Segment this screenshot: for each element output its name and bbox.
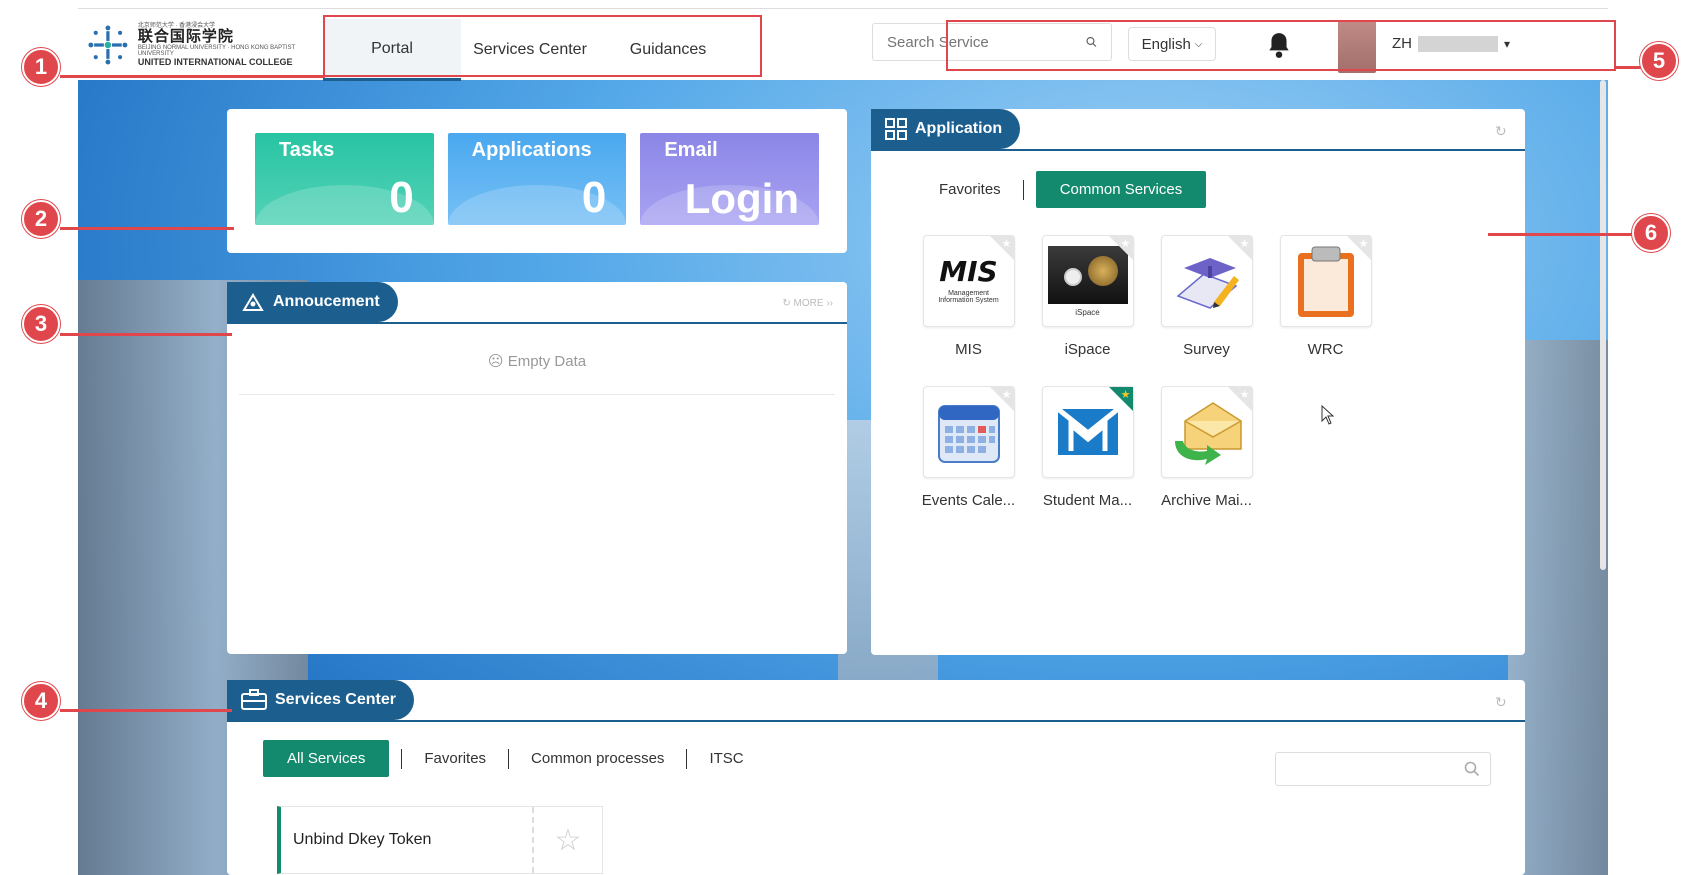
page-scrollbar[interactable]: [1600, 80, 1606, 570]
star-icon[interactable]: ★: [1240, 388, 1250, 401]
application-header: Application: [871, 109, 1021, 149]
tab-favorites[interactable]: Favorites: [917, 181, 1023, 198]
app-label: iSpace: [1064, 341, 1111, 358]
application-tabs: Favorites Common Services: [917, 171, 1207, 208]
service-name: Unbind Dkey Token: [293, 831, 432, 848]
logo-en: UNITED INTERNATIONAL COLLEGE: [137, 56, 293, 67]
tasks-count: 0: [389, 173, 414, 222]
annotation-line-3: [60, 333, 232, 336]
app-label: Events Cale...: [921, 492, 1016, 509]
services-title: Services Center: [275, 691, 396, 708]
survey-icon: ★: [1160, 235, 1253, 327]
star-icon[interactable]: ★: [1121, 388, 1131, 401]
email-title: Email: [664, 139, 718, 161]
annotation-line-1: [60, 75, 325, 78]
tab-favorites[interactable]: Favorites: [402, 750, 508, 767]
search-icon[interactable]: [1464, 761, 1480, 777]
annotation-2: 2: [22, 200, 60, 238]
email-login: Login: [684, 175, 800, 222]
ispace-icon: iSpace ★: [1041, 235, 1134, 327]
app-wrc[interactable]: ★ WRC: [1266, 235, 1385, 358]
application-grid: MIS Management Information System ★ MIS …: [909, 235, 1385, 509]
calendar-icon: ★: [922, 386, 1015, 478]
announcement-header: Annoucement: [227, 282, 398, 322]
annotation-6: 6: [1632, 214, 1670, 252]
refresh-icon[interactable]: ↻: [1495, 123, 1509, 139]
logo-cn: 联合国际学院: [137, 28, 234, 46]
app-label: Student Ma...: [1042, 492, 1133, 509]
services-center-card: Services Center ↻ All Services Favorites…: [227, 680, 1525, 875]
app-ispace[interactable]: iSpace ★ iSpace: [1028, 235, 1147, 358]
services-header: Services Center: [227, 680, 414, 720]
app-label: Archive Mai...: [1161, 492, 1252, 509]
tasks-title: Tasks: [279, 139, 335, 161]
annotation-line-6: [1488, 233, 1640, 236]
tab-common-services[interactable]: Common Services: [1035, 171, 1207, 208]
email-tile[interactable]: Email Login: [640, 133, 820, 225]
app-label: MIS: [955, 341, 982, 358]
mis-icon: MIS Management Information System ★: [922, 235, 1015, 327]
annotation-line-2: [60, 227, 234, 230]
grid-icon: [885, 118, 907, 140]
portal-page: 北京师范大学 · 香港浸会大学 联合国际学院 BEIJING NORMAL UN…: [0, 0, 1688, 875]
star-icon[interactable]: ★: [1121, 237, 1131, 250]
app-label: Survey: [1183, 341, 1230, 358]
applications-title: Applications: [471, 139, 592, 161]
announcement-card: Annoucement ↻ MORE ›› ☹ Empty Data: [227, 282, 847, 654]
app-label: WRC: [1307, 341, 1344, 358]
mail-m-icon: ★: [1041, 386, 1134, 478]
services-search-input[interactable]: [1286, 761, 1464, 777]
service-item[interactable]: Unbind Dkey Token ☆: [277, 806, 603, 874]
annotation-1: 1: [22, 48, 60, 86]
annotation-box-1: [323, 15, 762, 77]
star-icon[interactable]: ★: [1240, 237, 1250, 250]
application-card: Application ↻ Favorites Common Services …: [871, 109, 1525, 655]
applications-tile[interactable]: Applications 0: [447, 133, 627, 225]
archive-mail-icon: ★: [1160, 386, 1253, 478]
logo-small-en: BEIJING NORMAL UNIVERSITY · HONG KONG BA…: [137, 45, 296, 58]
services-search: [1275, 752, 1491, 786]
star-icon[interactable]: ★: [1359, 237, 1369, 250]
toolbox-icon: [241, 689, 267, 710]
sad-face-icon: ☹: [487, 353, 504, 370]
services-tabs: All Services Favorites Common processes …: [263, 740, 766, 777]
logo-mark-icon: [88, 25, 128, 65]
annotation-box-5: [946, 20, 1616, 71]
tab-itsc[interactable]: ITSC: [687, 750, 765, 767]
satellite-icon: [242, 293, 264, 311]
annotation-line-4: [60, 709, 232, 712]
annotation-5: 5: [1640, 42, 1678, 80]
app-survey[interactable]: ★ Survey: [1147, 235, 1266, 358]
app-mis[interactable]: MIS Management Information System ★ MIS: [909, 235, 1028, 358]
annotation-4: 4: [22, 682, 60, 720]
app-events-calendar[interactable]: ★ Events Cale...: [909, 386, 1028, 509]
tasks-tile[interactable]: Tasks 0: [255, 133, 434, 225]
tab-common-processes[interactable]: Common processes: [509, 750, 686, 767]
star-icon[interactable]: ★: [1002, 237, 1012, 250]
star-outline-icon[interactable]: ☆: [532, 807, 602, 873]
college-logo[interactable]: 北京师范大学 · 香港浸会大学 联合国际学院 BEIJING NORMAL UN…: [86, 17, 296, 73]
app-student-mail[interactable]: ★ Student Ma...: [1028, 386, 1147, 509]
tab-all-services[interactable]: All Services: [263, 740, 390, 777]
announcement-more[interactable]: ↻ MORE ››: [782, 298, 833, 309]
refresh-icon[interactable]: ↻: [1495, 694, 1509, 710]
application-title: Application: [915, 120, 1003, 137]
star-icon[interactable]: ★: [1002, 388, 1012, 401]
cursor-icon: [1321, 405, 1335, 425]
annotation-3: 3: [22, 305, 60, 343]
stats-card: Tasks 0 Applications 0 Email Login: [227, 109, 847, 253]
clipboard-icon: ★: [1279, 235, 1372, 327]
announcement-title: Annoucement: [273, 293, 380, 310]
app-archive-mail[interactable]: ★ Archive Mai...: [1147, 386, 1266, 509]
applications-count: 0: [581, 173, 607, 222]
announcement-empty: ☹ Empty Data: [487, 353, 587, 370]
